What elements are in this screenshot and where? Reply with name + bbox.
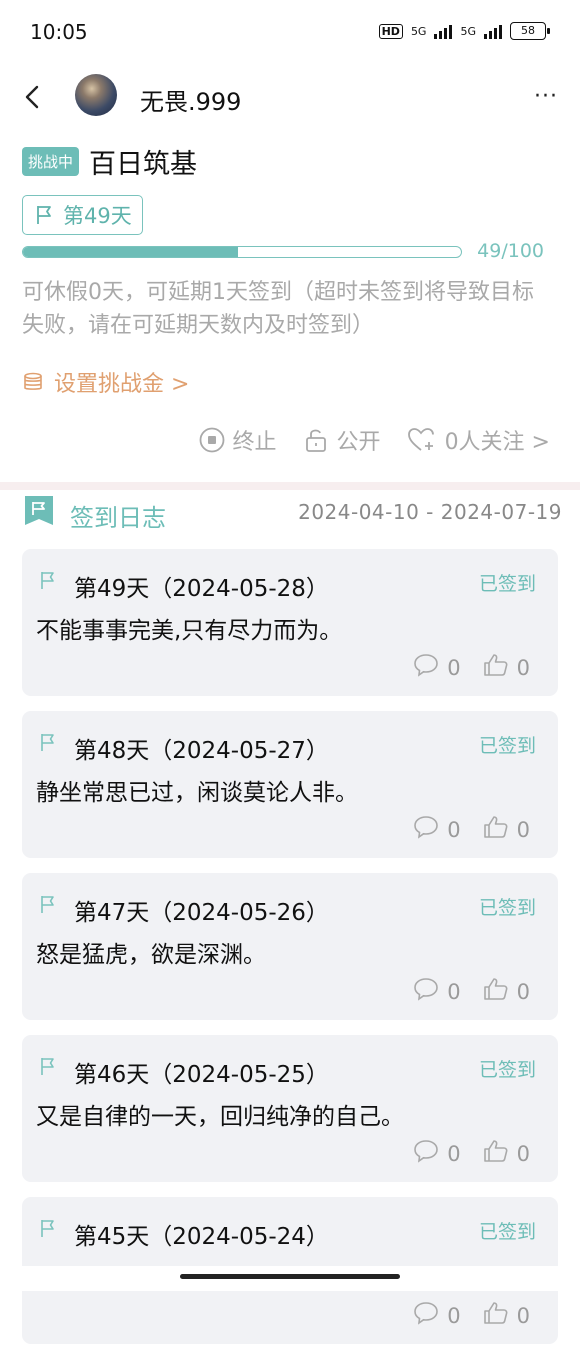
entry-stats: 00 <box>413 977 530 1006</box>
unlock-icon <box>305 429 326 452</box>
entry-day: 第45天（2024-05-24） <box>74 1224 329 1250</box>
like-count: 0 <box>516 655 530 680</box>
flag-icon <box>38 1217 60 1243</box>
comment-icon[interactable] <box>413 653 439 682</box>
entry-stats: 00 <box>413 1301 530 1330</box>
entry-text: 怒是猛虎，欲是深渊。 <box>36 942 266 968</box>
comment-count: 0 <box>447 655 461 680</box>
entry-text: 又是自律的一天，回归纯净的自己。 <box>36 1104 404 1130</box>
comment-icon[interactable] <box>413 977 439 1006</box>
entry-day: 第46天（2024-05-25） <box>74 1062 329 1088</box>
home-indicator[interactable] <box>180 1274 400 1279</box>
follow-button[interactable]: 0人关注 > <box>407 424 550 456</box>
nav-bar: 无畏.999 ··· <box>0 66 580 128</box>
rules-text: 可休假0天，可延期1天签到（超时未签到将导致目标失败，请在可延期天数内及时签到） <box>22 280 534 338</box>
hd-indicator: HD <box>378 23 403 39</box>
flag-icon <box>38 1055 60 1081</box>
challenge-title: 百日筑基 <box>89 149 198 180</box>
like-icon[interactable] <box>483 1139 509 1168</box>
status-badge: 挑战中 <box>22 147 80 176</box>
avatar[interactable] <box>75 74 117 116</box>
log-header: 签到日志 2024-04-10 - 2024-07-19 <box>22 494 562 534</box>
entry-status: 已签到 <box>478 735 536 757</box>
follow-label: 0人关注 > <box>444 430 550 455</box>
like-icon[interactable] <box>483 977 509 1006</box>
entry-status: 已签到 <box>478 573 536 595</box>
heart-plus-icon <box>407 428 434 451</box>
stop-icon <box>199 427 224 453</box>
entry-stats: 00 <box>413 815 530 844</box>
comment-icon[interactable] <box>413 815 439 844</box>
clock: 10:05 <box>30 20 88 44</box>
entry-day: 第48天（2024-05-27） <box>74 738 329 764</box>
like-icon[interactable] <box>483 815 509 844</box>
action-row: 终止 公开 0人关注 > <box>199 424 550 456</box>
comment-icon[interactable] <box>413 1139 439 1168</box>
log-entry-card[interactable]: 第49天（2024-05-28） 已签到 不能事事完美,只有尽力而为。 0 0 <box>22 549 558 696</box>
entry-text: 静坐常思已过，闲谈莫论人非。 <box>36 780 358 806</box>
entry-day: 第49天（2024-05-28） <box>74 576 329 602</box>
network-5g-2: 5G <box>460 24 476 38</box>
comment-icon[interactable] <box>413 1301 439 1330</box>
log-date-range[interactable]: 2024-04-10 - 2024-07-19 <box>298 500 562 524</box>
public-label: 公开 <box>336 430 381 455</box>
comment-count: 0 <box>447 1141 461 1166</box>
public-button[interactable]: 公开 <box>303 424 381 456</box>
like-icon[interactable] <box>483 1301 509 1330</box>
signal-icon-2 <box>484 23 502 39</box>
log-entry-card[interactable]: 第48天（2024-05-27） 已签到 静坐常思已过，闲谈莫论人非。 0 0 <box>22 711 558 858</box>
set-challenge-money-label: 设置挑战金 > <box>54 372 190 397</box>
coins-icon <box>24 372 42 390</box>
like-count: 0 <box>516 979 530 1004</box>
flag-icon <box>38 893 60 919</box>
entry-day: 第47天（2024-05-26） <box>74 900 329 926</box>
back-button[interactable] <box>18 82 48 112</box>
signal-icon <box>434 23 453 39</box>
entry-stats: 00 <box>413 1139 530 1168</box>
status-bar: 10:05 HD 5G 5G 58 <box>0 0 580 66</box>
log-flag-icon <box>25 496 53 525</box>
entry-status: 已签到 <box>478 897 536 919</box>
entry-stats: 00 <box>413 653 530 682</box>
network-5g-1: 5G <box>410 24 427 38</box>
flag-icon <box>37 206 51 224</box>
log-title: 签到日志 <box>70 504 166 532</box>
chevron-left-icon <box>25 85 39 109</box>
progress-fill <box>23 247 238 257</box>
entry-text: 不能事事完美,只有尽力而为。 <box>36 618 343 644</box>
more-button[interactable]: ··· <box>534 84 558 109</box>
comment-count: 0 <box>447 979 461 1004</box>
username[interactable]: 无畏.999 <box>140 82 241 117</box>
log-entry-card[interactable]: 第46天（2024-05-25） 已签到 又是自律的一天，回归纯净的自己。 0 0 <box>22 1035 558 1182</box>
comment-count: 0 <box>447 817 461 842</box>
like-count: 0 <box>516 817 530 842</box>
current-day-label: 第49天 <box>63 204 132 228</box>
stop-label: 终止 <box>232 430 277 455</box>
like-count: 0 <box>516 1303 530 1328</box>
set-challenge-money-link[interactable]: 设置挑战金 > <box>22 366 189 398</box>
challenge-header: 挑战中 百日筑基 <box>22 142 197 181</box>
comment-count: 0 <box>447 1303 461 1328</box>
status-icons: HD 5G 5G 58 <box>378 22 550 40</box>
stop-button[interactable]: 终止 <box>199 424 277 456</box>
entry-status: 已签到 <box>478 1221 536 1243</box>
log-list: 第49天（2024-05-28） 已签到 不能事事完美,只有尽力而为。 0 0 第48天（… <box>22 549 558 1359</box>
section-divider <box>0 482 580 490</box>
flag-icon <box>38 569 60 595</box>
current-day-badge: 第49天 <box>22 195 143 235</box>
progress-label: 49/100 <box>477 240 544 262</box>
like-icon[interactable] <box>483 653 509 682</box>
flag-icon <box>38 731 60 757</box>
entry-status: 已签到 <box>478 1059 536 1081</box>
battery-icon: 58 <box>510 22 550 40</box>
like-count: 0 <box>516 1141 530 1166</box>
progress-bar <box>22 246 462 258</box>
log-entry-card[interactable]: 第47天（2024-05-26） 已签到 怒是猛虎，欲是深渊。 0 0 <box>22 873 558 1020</box>
